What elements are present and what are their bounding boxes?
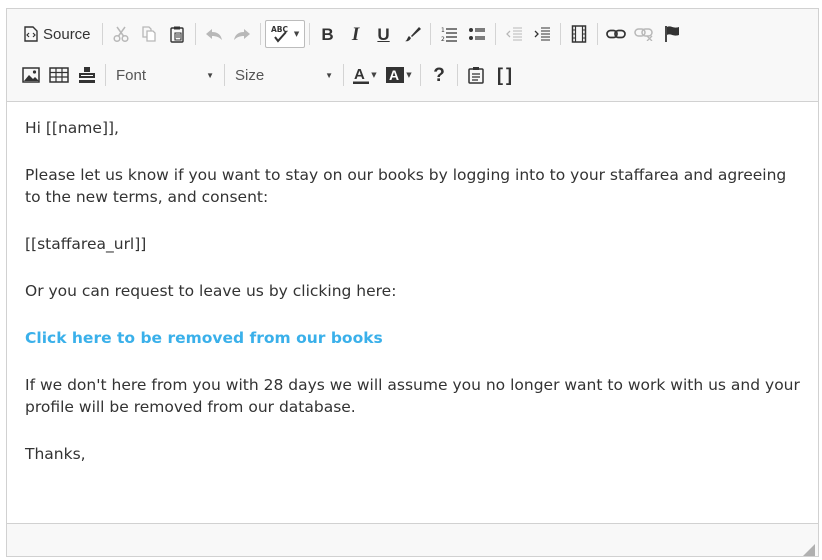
remove-from-books-link[interactable]: Click here to be removed from our books — [25, 329, 383, 347]
chevron-down-icon: ▼ — [406, 71, 412, 79]
remove-link-paragraph: Click here to be removed from our books — [25, 327, 800, 349]
paste-from-word-button[interactable] — [462, 61, 490, 89]
underline-button[interactable]: U — [370, 20, 398, 48]
toolbar-row-2: Font ▼ Size ▼ A ▼ A ▼ ? [] — [17, 59, 518, 91]
redo-button[interactable] — [228, 20, 256, 48]
request-leave-paragraph: Or you can request to leave us by clicki… — [25, 282, 397, 300]
italic-icon: I — [351, 23, 360, 45]
toolbar-separator — [105, 64, 106, 86]
increase-indent-button[interactable] — [528, 20, 556, 48]
help-icon: ? — [433, 64, 445, 86]
undo-button[interactable] — [200, 20, 228, 48]
toolbar-separator — [343, 64, 344, 86]
staffarea-url-placeholder: [[staffarea_url]] — [25, 235, 147, 253]
anchor-button[interactable] — [658, 20, 686, 48]
background-color-button[interactable]: A ▼ — [382, 61, 416, 89]
bold-icon: B — [321, 24, 334, 44]
link-icon — [605, 28, 626, 40]
svg-text:2: 2 — [441, 36, 445, 43]
table-icon — [49, 67, 69, 83]
spellcheck-button[interactable]: ABC ▼ — [264, 20, 305, 48]
no-reply-paragraph: If we don't here from you with 28 days w… — [25, 376, 800, 416]
paste-from-word-icon — [468, 66, 484, 84]
outdent-icon — [505, 25, 523, 43]
text-color-icon: A — [353, 66, 370, 84]
editor-toolbar: Source ABC ▼ B I U 1 2 Font ▼ Size ▼ A ▼… — [7, 9, 818, 102]
bulleted-list-icon — [468, 25, 486, 43]
link-button[interactable] — [602, 20, 630, 48]
toolbar-separator — [429, 23, 431, 45]
toolbar-separator — [194, 23, 196, 45]
help-button[interactable]: ? — [425, 61, 453, 89]
copy-button[interactable] — [135, 20, 163, 48]
scissors-icon — [112, 25, 130, 43]
toolbar-row-1: Source ABC ▼ B I U 1 2 — [17, 18, 686, 50]
toolbar-separator — [420, 64, 421, 86]
image-icon — [22, 67, 40, 83]
indent-icon — [533, 25, 551, 43]
numbered-list-button[interactable]: 12 — [435, 20, 463, 48]
copy-icon — [140, 25, 158, 43]
source-icon — [24, 26, 38, 42]
bulleted-list-button[interactable] — [463, 20, 491, 48]
svg-text:1: 1 — [441, 27, 445, 34]
stay-on-books-paragraph: Please let us know if you want to stay o… — [25, 166, 787, 206]
unlink-button[interactable] — [630, 20, 658, 48]
redo-icon — [232, 26, 252, 42]
paste-button[interactable] — [163, 20, 191, 48]
toolbar-separator — [308, 23, 310, 45]
underline-icon: U — [377, 24, 390, 44]
font-size-select[interactable]: Size ▼ — [229, 62, 339, 88]
font-family-select[interactable]: Font ▼ — [110, 62, 220, 88]
cut-button[interactable] — [107, 20, 135, 48]
bold-button[interactable]: B — [314, 20, 342, 48]
svg-text:A: A — [354, 66, 365, 83]
text-color-button[interactable]: A ▼ — [348, 61, 382, 89]
font-family-select-label: Font — [116, 66, 147, 84]
insert-table-button[interactable] — [45, 61, 73, 89]
undo-icon — [204, 26, 224, 42]
editor-content-area[interactable]: Hi [[name]], Please let us know if you w… — [25, 117, 800, 490]
spellcheck-icon: ABC — [270, 24, 292, 44]
source-button-label: Source — [43, 25, 91, 43]
horizontal-rule-button[interactable] — [73, 61, 101, 89]
source-button[interactable]: Source — [17, 20, 98, 48]
flag-icon — [663, 25, 681, 43]
stamp-icon — [78, 66, 96, 84]
toolbar-separator — [101, 23, 103, 45]
unlink-icon — [633, 27, 654, 41]
chevron-down-icon: ▼ — [325, 70, 333, 80]
chevron-down-icon: ▼ — [293, 30, 300, 38]
remove-format-button[interactable] — [398, 20, 426, 48]
toolbar-separator — [457, 64, 458, 86]
insert-video-button[interactable] — [565, 20, 593, 48]
background-color-icon: A — [386, 66, 405, 84]
film-icon — [571, 25, 587, 43]
decrease-indent-button[interactable] — [500, 20, 528, 48]
show-blocks-button[interactable]: [ ] — [490, 61, 518, 89]
toolbar-separator — [494, 23, 496, 45]
italic-button[interactable]: I — [342, 20, 370, 48]
insert-image-button[interactable] — [17, 61, 45, 89]
numbered-list-icon: 12 — [440, 25, 458, 43]
chevron-down-icon: ▼ — [206, 70, 214, 80]
toolbar-separator — [259, 23, 261, 45]
editor-status-bar — [7, 523, 818, 556]
svg-text:A: A — [389, 67, 399, 83]
toolbar-separator — [559, 23, 561, 45]
font-size-select-label: Size — [235, 66, 265, 84]
greeting-paragraph: Hi [[name]], — [25, 119, 119, 137]
signoff-paragraph: Thanks, — [25, 445, 86, 463]
resize-handle-icon[interactable] — [803, 541, 815, 556]
brush-icon — [402, 25, 422, 43]
chevron-down-icon: ▼ — [371, 71, 377, 79]
toolbar-separator — [224, 64, 225, 86]
clipboard-icon — [168, 25, 186, 43]
toolbar-separator — [596, 23, 598, 45]
show-blocks-icon: [ ] — [497, 65, 512, 85]
